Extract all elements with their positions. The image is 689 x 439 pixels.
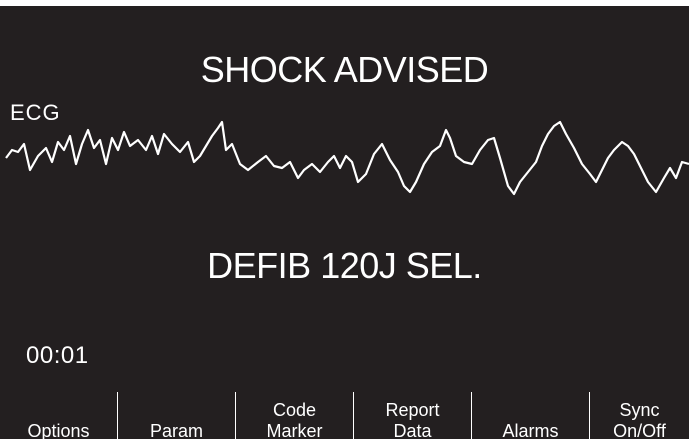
defibrillator-screen: SHOCK ADVISED ECG DEFIB 120J SEL. 00:01 … (0, 0, 689, 439)
options-softkey[interactable]: Options (0, 390, 117, 439)
softkey-bar: Options Param Code Marker Report Data Al… (0, 390, 689, 439)
param-softkey[interactable]: Param (118, 390, 235, 439)
ecg-waveform (5, 120, 689, 196)
alarms-softkey[interactable]: Alarms (472, 390, 589, 439)
sync-toggle-softkey[interactable]: Sync On/Off (590, 390, 689, 439)
defib-energy-message: DEFIB 120J SEL. (207, 245, 482, 286)
elapsed-timer: 00:01 (26, 342, 89, 369)
shock-advised-message: SHOCK ADVISED (200, 49, 489, 90)
code-marker-softkey[interactable]: Code Marker (236, 390, 353, 439)
report-data-softkey[interactable]: Report Data (354, 390, 471, 439)
